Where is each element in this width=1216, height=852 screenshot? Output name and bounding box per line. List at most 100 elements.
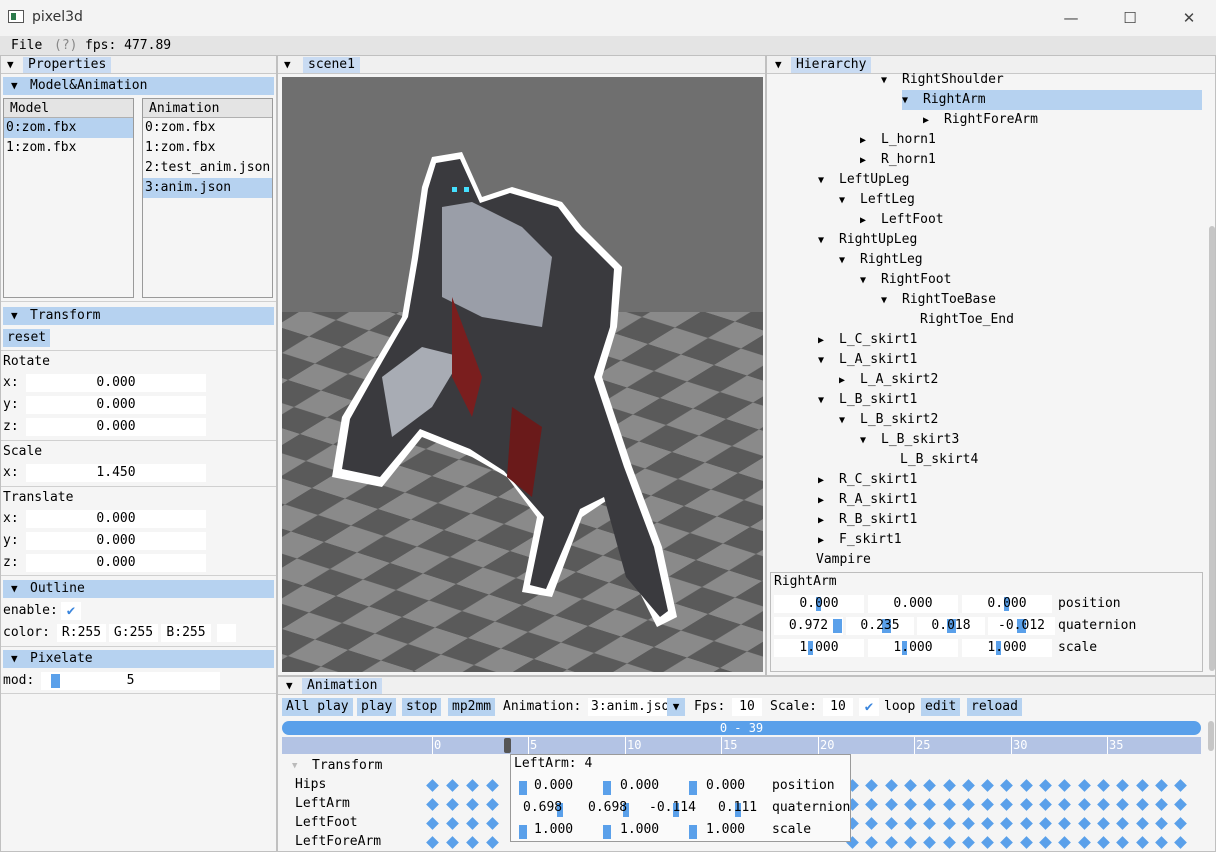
diamond-keyframe-icon[interactable]	[961, 836, 975, 849]
diamond-keyframe-icon[interactable]	[1116, 779, 1130, 792]
scale-x-field[interactable]: 1.450	[26, 464, 206, 482]
color-r-field[interactable]: R:255	[57, 624, 106, 642]
diamond-keyframe-icon[interactable]	[1019, 817, 1033, 830]
diamond-keyframe-icon[interactable]	[1019, 798, 1033, 811]
diamond-keyframe-icon[interactable]	[466, 817, 479, 830]
diamond-keyframe-icon[interactable]	[1077, 836, 1091, 849]
diamond-keyframe-icon[interactable]	[1135, 817, 1149, 830]
diamond-keyframe-icon[interactable]	[923, 798, 937, 811]
diamond-keyframe-icon[interactable]	[1097, 798, 1110, 811]
diamond-keyframe-icon[interactable]	[1174, 836, 1187, 849]
diamond-keyframe-icon[interactable]	[1077, 779, 1091, 792]
diamond-keyframe-icon[interactable]	[1174, 817, 1187, 830]
pixelate-section[interactable]: ▼ Pixelate	[3, 650, 274, 668]
model-list[interactable]: Model 0:zom.fbx 1:zom.fbx	[3, 98, 134, 298]
tree-node[interactable]: ▼ L_A_skirt1	[818, 350, 917, 370]
animation-item[interactable]: 3:anim.json	[143, 178, 272, 198]
bone-quaternion-w[interactable]: -0.012	[988, 617, 1055, 635]
model-animation-section[interactable]: ▼ Model&Animation	[3, 77, 274, 95]
close-button[interactable]: ✕	[1166, 6, 1212, 30]
diamond-keyframe-icon[interactable]	[961, 817, 975, 830]
tree-node[interactable]: ▼ LeftLeg	[839, 190, 915, 210]
diamond-keyframe-icon[interactable]	[1058, 779, 1072, 792]
tree-node[interactable]: ▶ LeftFoot	[860, 210, 944, 230]
diamond-keyframe-icon[interactable]	[426, 779, 439, 792]
diamond-keyframe-icon[interactable]	[884, 779, 898, 792]
hierarchy-scrollbar[interactable]	[1209, 226, 1215, 671]
diamond-keyframe-icon[interactable]	[865, 779, 879, 792]
diamond-keyframe-icon[interactable]	[1000, 779, 1014, 792]
translate-y-field[interactable]: 0.000	[26, 532, 206, 550]
bone-position-z[interactable]: 0.000	[962, 595, 1052, 613]
tree-node-selected[interactable]: ▼ RightArm	[902, 90, 1202, 110]
diamond-keyframe-icon[interactable]	[904, 817, 917, 830]
diamond-keyframe-icon[interactable]	[1000, 836, 1014, 849]
tree-node[interactable]: ▶ R_horn1	[860, 150, 936, 170]
diamond-keyframe-icon[interactable]	[426, 836, 439, 849]
diamond-keyframe-icon[interactable]	[1019, 836, 1033, 849]
outline-enable-checkbox[interactable]: ✔	[61, 602, 81, 620]
diamond-keyframe-icon[interactable]	[981, 779, 994, 792]
diamond-keyframe-icon[interactable]	[1077, 817, 1091, 830]
diamond-keyframe-icon[interactable]	[1000, 817, 1014, 830]
tree-node[interactable]: ▶ F_skirt1	[818, 530, 902, 550]
minimize-button[interactable]: —	[1048, 6, 1094, 30]
diamond-keyframe-icon[interactable]	[486, 779, 499, 792]
diamond-keyframe-icon[interactable]	[446, 798, 459, 811]
diamond-keyframe-icon[interactable]	[466, 779, 479, 792]
diamond-keyframe-icon[interactable]	[1097, 779, 1110, 792]
tree-node[interactable]: ▼ L_B_skirt3	[860, 430, 959, 450]
diamond-keyframe-icon[interactable]	[1039, 798, 1052, 811]
diamond-keyframe-icon[interactable]	[923, 779, 937, 792]
diamond-keyframe-icon[interactable]	[466, 836, 479, 849]
diamond-keyframe-icon[interactable]	[1116, 798, 1130, 811]
diamond-keyframe-icon[interactable]	[1135, 836, 1149, 849]
bone-quaternion-z[interactable]: 0.018	[917, 617, 985, 635]
diamond-keyframe-icon[interactable]	[486, 817, 499, 830]
bone-scale-y[interactable]: 1.000	[868, 639, 958, 657]
diamond-keyframe-icon[interactable]	[981, 836, 994, 849]
diamond-keyframe-icon[interactable]	[1116, 836, 1130, 849]
outline-section[interactable]: ▼ Outline	[3, 580, 274, 598]
slider-grab[interactable]	[833, 619, 843, 633]
reset-button[interactable]: reset	[3, 329, 51, 347]
diamond-keyframe-icon[interactable]	[446, 836, 459, 849]
diamond-keyframe-icon[interactable]	[981, 817, 994, 830]
collapse-triangle-icon[interactable]: ▼	[284, 57, 291, 73]
tree-node[interactable]: Vampire	[795, 550, 871, 570]
diamond-keyframe-icon[interactable]	[923, 836, 937, 849]
tree-node[interactable]: RightToe_End	[899, 310, 1014, 330]
diamond-keyframe-icon[interactable]	[1000, 798, 1014, 811]
diamond-keyframe-icon[interactable]	[942, 836, 956, 849]
diamond-keyframe-icon[interactable]	[942, 817, 956, 830]
diamond-keyframe-icon[interactable]	[961, 779, 975, 792]
tree-node[interactable]: ▼ L_B_skirt1	[818, 390, 917, 410]
rotate-x-field[interactable]: 0.000	[26, 374, 206, 392]
properties-title[interactable]: Properties	[23, 57, 112, 73]
diamond-keyframe-icon[interactable]	[1039, 836, 1052, 849]
diamond-keyframe-icon[interactable]	[961, 798, 975, 811]
tree-node[interactable]: ▶ L_horn1	[860, 130, 936, 150]
diamond-keyframe-icon[interactable]	[466, 798, 479, 811]
animation-list[interactable]: Animation 0:zom.fbx 1:zom.fbx 2:test_ani…	[142, 98, 273, 298]
tree-node[interactable]: L_B_skirt4	[879, 450, 978, 470]
tree-node[interactable]: ▼ RightShoulder	[881, 70, 1004, 90]
bone-position-x[interactable]: 0.000	[774, 595, 864, 613]
diamond-keyframe-icon[interactable]	[923, 817, 937, 830]
diamond-keyframe-icon[interactable]	[904, 779, 917, 792]
diamond-keyframe-icon[interactable]	[1097, 817, 1110, 830]
tree-node[interactable]: ▶ L_A_skirt2	[839, 370, 938, 390]
transform-section[interactable]: ▼ Transform	[3, 307, 274, 325]
diamond-keyframe-icon[interactable]	[884, 798, 898, 811]
animation-item[interactable]: 2:test_anim.json	[143, 158, 272, 178]
rotate-y-field[interactable]: 0.000	[26, 396, 206, 414]
menu-file[interactable]: File	[11, 38, 42, 53]
color-swatch[interactable]	[217, 624, 236, 642]
diamond-keyframe-icon[interactable]	[1039, 779, 1052, 792]
diamond-keyframe-icon[interactable]	[1019, 779, 1033, 792]
tree-node[interactable]: ▼ LeftUpLeg	[818, 170, 909, 190]
diamond-keyframe-icon[interactable]	[884, 817, 898, 830]
bone-quaternion-y[interactable]: 0.235	[846, 617, 914, 635]
collapse-triangle-icon[interactable]: ▼	[7, 57, 14, 73]
diamond-keyframe-icon[interactable]	[942, 779, 956, 792]
